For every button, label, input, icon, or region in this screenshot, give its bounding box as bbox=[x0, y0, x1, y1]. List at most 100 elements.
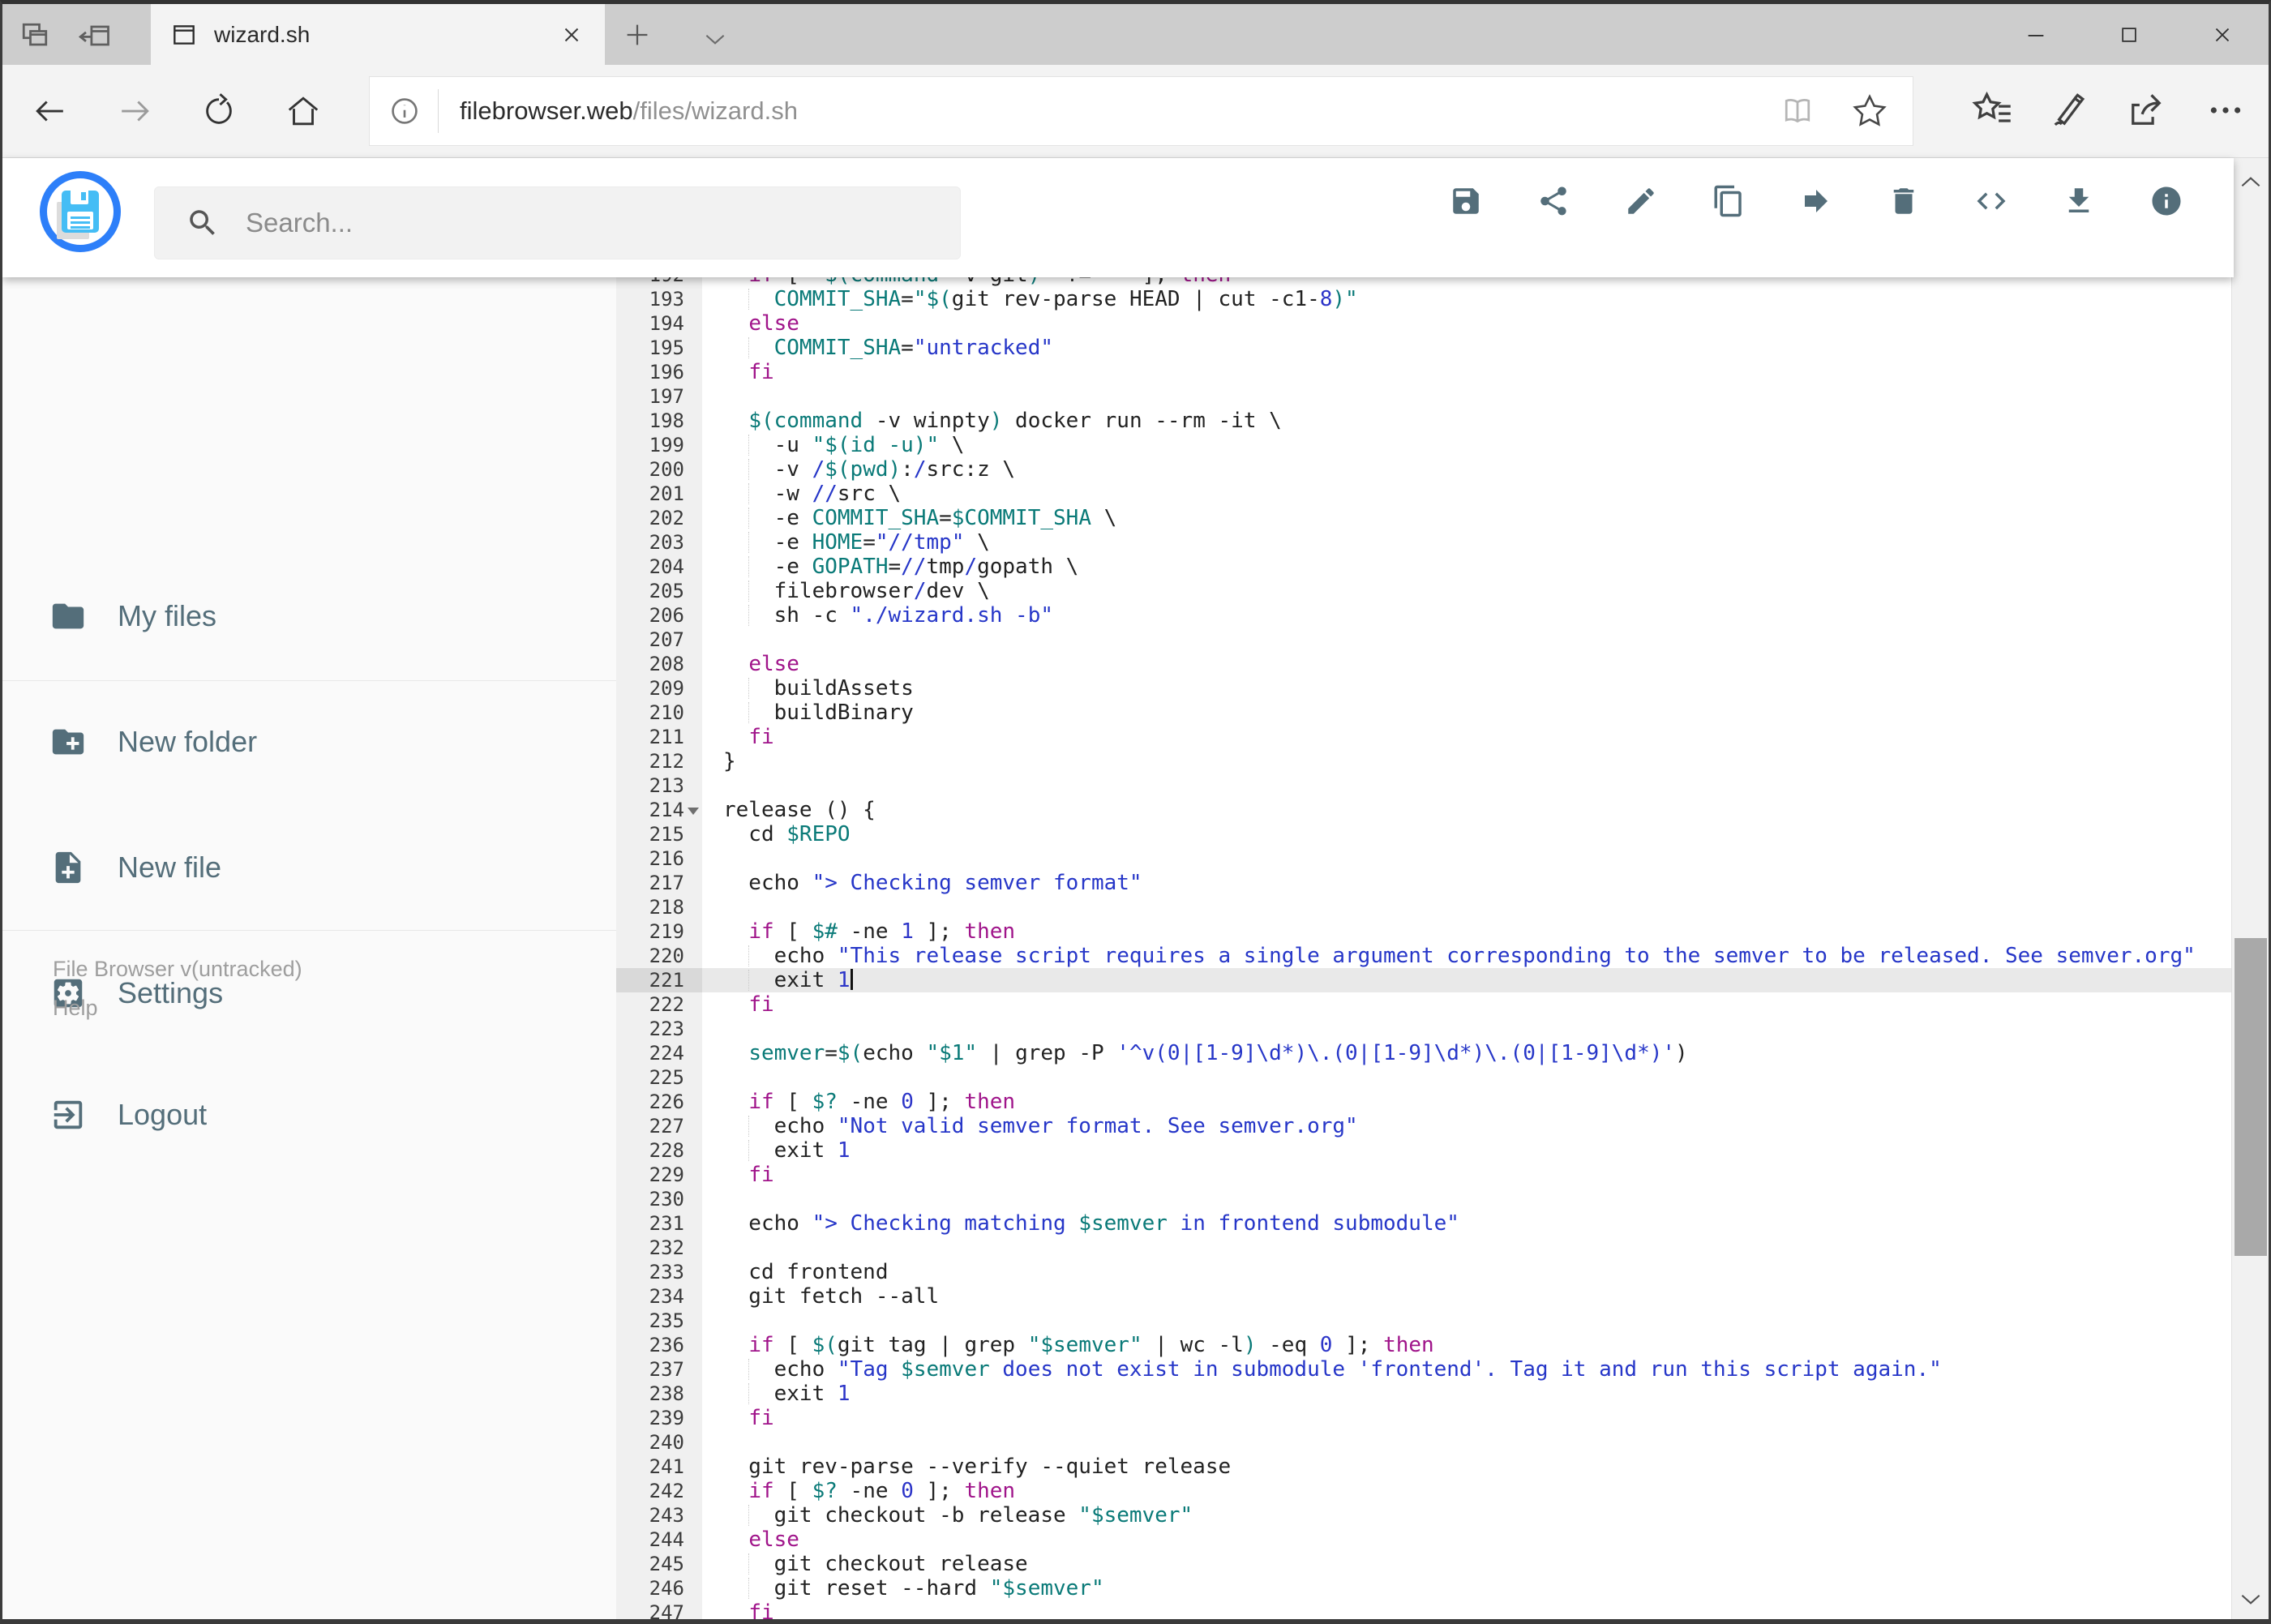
code-line[interactable]: sh -c "./wizard.sh -b" bbox=[702, 603, 2234, 628]
code-line[interactable]: if [ $? -ne 0 ]; then bbox=[702, 1479, 2234, 1503]
more-options-icon[interactable] bbox=[2205, 89, 2247, 131]
code-line[interactable]: fi bbox=[702, 1406, 2234, 1430]
code-line[interactable]: fi bbox=[702, 725, 2234, 749]
filebrowser-logo[interactable] bbox=[40, 171, 121, 252]
code-line[interactable] bbox=[702, 1309, 2234, 1333]
search-bar[interactable]: Search... bbox=[154, 186, 961, 259]
code-line[interactable]: echo "> Checking matching $semver in fro… bbox=[702, 1211, 2234, 1236]
code-line[interactable]: fi bbox=[702, 1600, 2234, 1619]
code-line[interactable]: echo "This release script requires a sin… bbox=[702, 944, 2234, 968]
code-line[interactable] bbox=[702, 1430, 2234, 1455]
forward-button[interactable] bbox=[116, 92, 153, 130]
window-close-button[interactable] bbox=[2175, 4, 2269, 65]
browser-tab[interactable]: wizard.sh bbox=[151, 4, 605, 65]
page-favicon-icon bbox=[170, 21, 198, 49]
code-editor[interactable]: 1921931941951961971981992002012022032042… bbox=[616, 277, 2234, 1619]
tabs-set-aside-icon[interactable] bbox=[17, 18, 53, 54]
code-line[interactable] bbox=[702, 628, 2234, 652]
code-line[interactable]: fi bbox=[702, 1163, 2234, 1187]
code-line[interactable]: if [ $# -ne 1 ]; then bbox=[702, 919, 2234, 944]
code-line[interactable]: release () { bbox=[702, 798, 2234, 822]
code-line[interactable]: cd $REPO bbox=[702, 822, 2234, 846]
copy-button[interactable] bbox=[1712, 184, 1746, 218]
site-info-icon[interactable] bbox=[388, 94, 422, 128]
code-line[interactable]: git reset --hard "$semver" bbox=[702, 1576, 2234, 1600]
code-line[interactable]: git checkout release bbox=[702, 1552, 2234, 1576]
code-line[interactable]: fi bbox=[702, 992, 2234, 1017]
code-line[interactable]: COMMIT_SHA="$(git rev-parse HEAD | cut -… bbox=[702, 287, 2234, 311]
code-line[interactable]: if [ "$(command -v git)" != "" ]; then bbox=[702, 277, 2234, 287]
code-line[interactable]: buildBinary bbox=[702, 701, 2234, 725]
code-line[interactable]: else bbox=[702, 652, 2234, 676]
code-line[interactable]: git rev-parse --verify --quiet release bbox=[702, 1455, 2234, 1479]
code-line[interactable]: else bbox=[702, 311, 2234, 336]
home-button[interactable] bbox=[285, 92, 322, 130]
code-line[interactable]: -e GOPATH=//tmp/gopath \ bbox=[702, 555, 2234, 579]
code-line[interactable]: } bbox=[702, 749, 2234, 773]
code-line[interactable]: git checkout -b release "$semver" bbox=[702, 1503, 2234, 1528]
code-line[interactable] bbox=[702, 773, 2234, 798]
code-line[interactable]: echo "Not valid semver format. See semve… bbox=[702, 1114, 2234, 1138]
url-field[interactable]: filebrowser.web/files/wizard.sh bbox=[369, 76, 1913, 146]
web-note-pen-icon[interactable] bbox=[2047, 89, 2089, 131]
edit-button[interactable] bbox=[1624, 184, 1658, 218]
scroll-up-icon[interactable] bbox=[2232, 163, 2269, 202]
code-line[interactable]: filebrowser/dev \ bbox=[702, 579, 2234, 603]
code-line[interactable]: -e HOME="//tmp" \ bbox=[702, 530, 2234, 555]
sidebar-item-my-files[interactable]: My files bbox=[49, 598, 216, 635]
code-line[interactable]: -u "$(id -u)" \ bbox=[702, 433, 2234, 457]
tab-preview-chevron-icon[interactable] bbox=[701, 25, 729, 53]
code-line[interactable] bbox=[702, 1017, 2234, 1041]
code-line[interactable] bbox=[702, 1187, 2234, 1211]
code-line[interactable]: exit 1 bbox=[702, 968, 2234, 992]
hub-favorites-icon[interactable] bbox=[1971, 89, 2013, 131]
code-line[interactable] bbox=[702, 846, 2234, 871]
restore-tabs-icon[interactable] bbox=[77, 18, 113, 54]
code-line[interactable]: echo "> Checking semver format" bbox=[702, 871, 2234, 895]
code-line[interactable]: else bbox=[702, 1528, 2234, 1552]
code-line[interactable]: git fetch --all bbox=[702, 1284, 2234, 1309]
sidebar-item-logout[interactable]: Logout bbox=[49, 1096, 207, 1133]
window-minimize-button[interactable] bbox=[1989, 4, 2082, 65]
code-line[interactable]: $(command -v winpty) docker run --rm -it… bbox=[702, 409, 2234, 433]
tab-close-icon[interactable] bbox=[559, 23, 584, 47]
code-line[interactable]: if [ $? -ne 0 ]; then bbox=[702, 1090, 2234, 1114]
refresh-button[interactable] bbox=[200, 92, 238, 130]
code-line[interactable] bbox=[702, 384, 2234, 409]
share-page-icon[interactable] bbox=[2125, 89, 2167, 131]
code-line[interactable]: buildAssets bbox=[702, 676, 2234, 701]
code-line[interactable]: -w //src \ bbox=[702, 482, 2234, 506]
code-line[interactable]: cd frontend bbox=[702, 1260, 2234, 1284]
sidebar-item-new-folder[interactable]: New folder bbox=[49, 723, 257, 761]
code-line[interactable]: exit 1 bbox=[702, 1138, 2234, 1163]
raw-button[interactable] bbox=[1974, 184, 2008, 218]
fold-arrow-icon[interactable] bbox=[688, 808, 699, 815]
code-line[interactable]: COMMIT_SHA="untracked" bbox=[702, 336, 2234, 360]
window-maximize-button[interactable] bbox=[2082, 4, 2175, 65]
code-line[interactable] bbox=[702, 1065, 2234, 1090]
new-tab-button[interactable] bbox=[623, 20, 652, 49]
save-button[interactable] bbox=[1449, 184, 1483, 218]
download-button[interactable] bbox=[2062, 184, 2096, 218]
code-line[interactable] bbox=[702, 1236, 2234, 1260]
code-line[interactable]: echo "Tag $semver does not exist in subm… bbox=[702, 1357, 2234, 1382]
back-button[interactable] bbox=[32, 92, 69, 130]
code-line[interactable]: -e COMMIT_SHA=$COMMIT_SHA \ bbox=[702, 506, 2234, 530]
scroll-down-icon[interactable] bbox=[2232, 1579, 2269, 1618]
move-button[interactable] bbox=[1799, 184, 1833, 218]
info-button[interactable] bbox=[2149, 184, 2183, 218]
page-scrollbar[interactable] bbox=[2231, 158, 2269, 1619]
code-line[interactable]: exit 1 bbox=[702, 1382, 2234, 1406]
sidebar-item-new-file[interactable]: New file bbox=[49, 849, 221, 886]
reading-view-icon[interactable] bbox=[1780, 93, 1815, 129]
code-line[interactable]: if [ $(git tag | grep "$semver" | wc -l)… bbox=[702, 1333, 2234, 1357]
scrollbar-thumb[interactable] bbox=[2235, 938, 2267, 1256]
share-button[interactable] bbox=[1536, 184, 1570, 218]
code-line[interactable]: semver=$(echo "$1" | grep -P '^v(0|[1-9]… bbox=[702, 1041, 2234, 1065]
favorite-star-icon[interactable] bbox=[1851, 92, 1888, 130]
code-line[interactable] bbox=[702, 895, 2234, 919]
code-line[interactable]: -v /$(pwd):/src:z \ bbox=[702, 457, 2234, 482]
code-line[interactable]: fi bbox=[702, 360, 2234, 384]
help-link[interactable]: Help bbox=[53, 996, 98, 1021]
delete-button[interactable] bbox=[1887, 184, 1921, 218]
